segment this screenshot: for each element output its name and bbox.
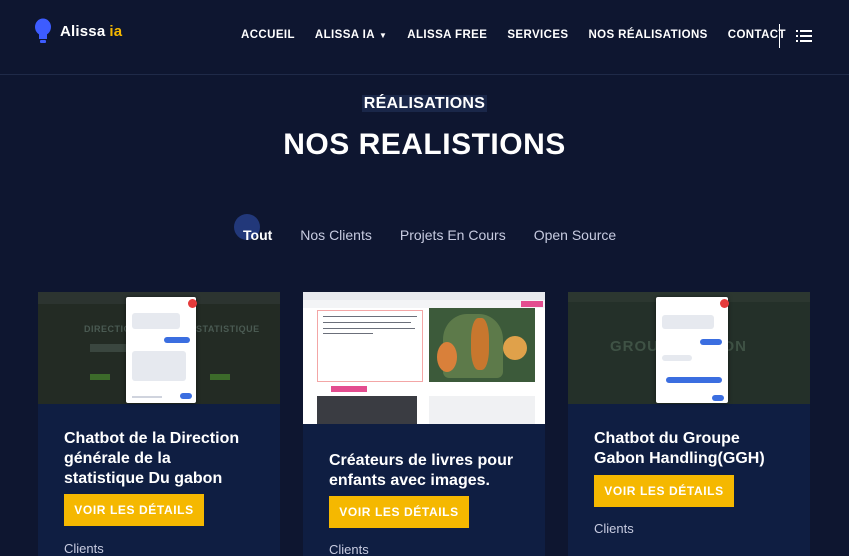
section-title: NOS REALISTIONS: [283, 128, 566, 161]
project-thumbnail[interactable]: DIRECTION STATISTIQUE: [38, 292, 280, 404]
filter-nos-clients[interactable]: Nos Clients: [300, 227, 372, 243]
portfolio-filters: Tout Nos Clients Projets En Cours Open S…: [243, 227, 644, 243]
main-nav: ACCUEIL ALISSA IA ▼ ALISSA FREE SERVICES …: [241, 29, 806, 41]
brand-logo[interactable]: Alissa ia: [34, 18, 122, 44]
card-category: Clients: [329, 542, 369, 556]
details-button[interactable]: VOIR LES DÉTAILS: [329, 496, 469, 528]
details-button[interactable]: VOIR LES DÉTAILS: [64, 494, 204, 526]
filter-tout[interactable]: Tout: [243, 227, 272, 243]
card-title[interactable]: Chatbot de la Direction générale de la s…: [64, 429, 264, 489]
project-card: Créateurs de livres pour enfants avec im…: [303, 292, 545, 556]
chat-widget-preview: [656, 297, 729, 403]
nav-item-services[interactable]: SERVICES: [507, 29, 568, 41]
nav-item-accueil[interactable]: ACCUEIL: [241, 29, 295, 41]
chat-widget-preview: [126, 297, 197, 403]
project-thumbnail[interactable]: GROUPE GABON: [568, 292, 810, 404]
card-category: Clients: [594, 521, 634, 536]
filter-open-source[interactable]: Open Source: [534, 227, 617, 243]
list-menu-icon[interactable]: [796, 29, 812, 43]
card-category: Clients: [64, 541, 104, 556]
card-title[interactable]: Chatbot du Groupe Gabon Handling(GGH): [594, 429, 794, 469]
project-card: GROUPE GABON Chatbot du Groupe Gabon Han…: [568, 292, 810, 556]
nav-item-contact[interactable]: CONTACT: [728, 29, 786, 41]
chevron-down-icon: ▼: [378, 30, 388, 40]
project-thumbnail[interactable]: [303, 292, 545, 424]
filter-projets-en-cours[interactable]: Projets En Cours: [400, 227, 506, 243]
lightbulb-icon: [35, 18, 51, 43]
project-card: DIRECTION STATISTIQUE Chatbot de la Dire…: [38, 292, 280, 556]
nav-divider: [779, 24, 780, 48]
nav-item-realisations[interactable]: NOS RÉALISATIONS: [588, 29, 707, 41]
nav-item-alissa-ia[interactable]: ALISSA IA ▼: [315, 29, 387, 41]
card-title[interactable]: Créateurs de livres pour enfants avec im…: [329, 451, 529, 491]
brand-name: Alissa ia: [60, 22, 123, 40]
site-header: Alissa ia ACCUEIL ALISSA IA ▼ ALISSA FREE …: [0, 0, 849, 75]
nav-item-alissa-free[interactable]: ALISSA FREE: [407, 29, 487, 41]
details-button[interactable]: VOIR LES DÉTAILS: [594, 475, 734, 507]
section-tag: RÉALISATIONS: [361, 95, 488, 112]
thumb-heading: STATISTIQUE: [196, 324, 260, 334]
